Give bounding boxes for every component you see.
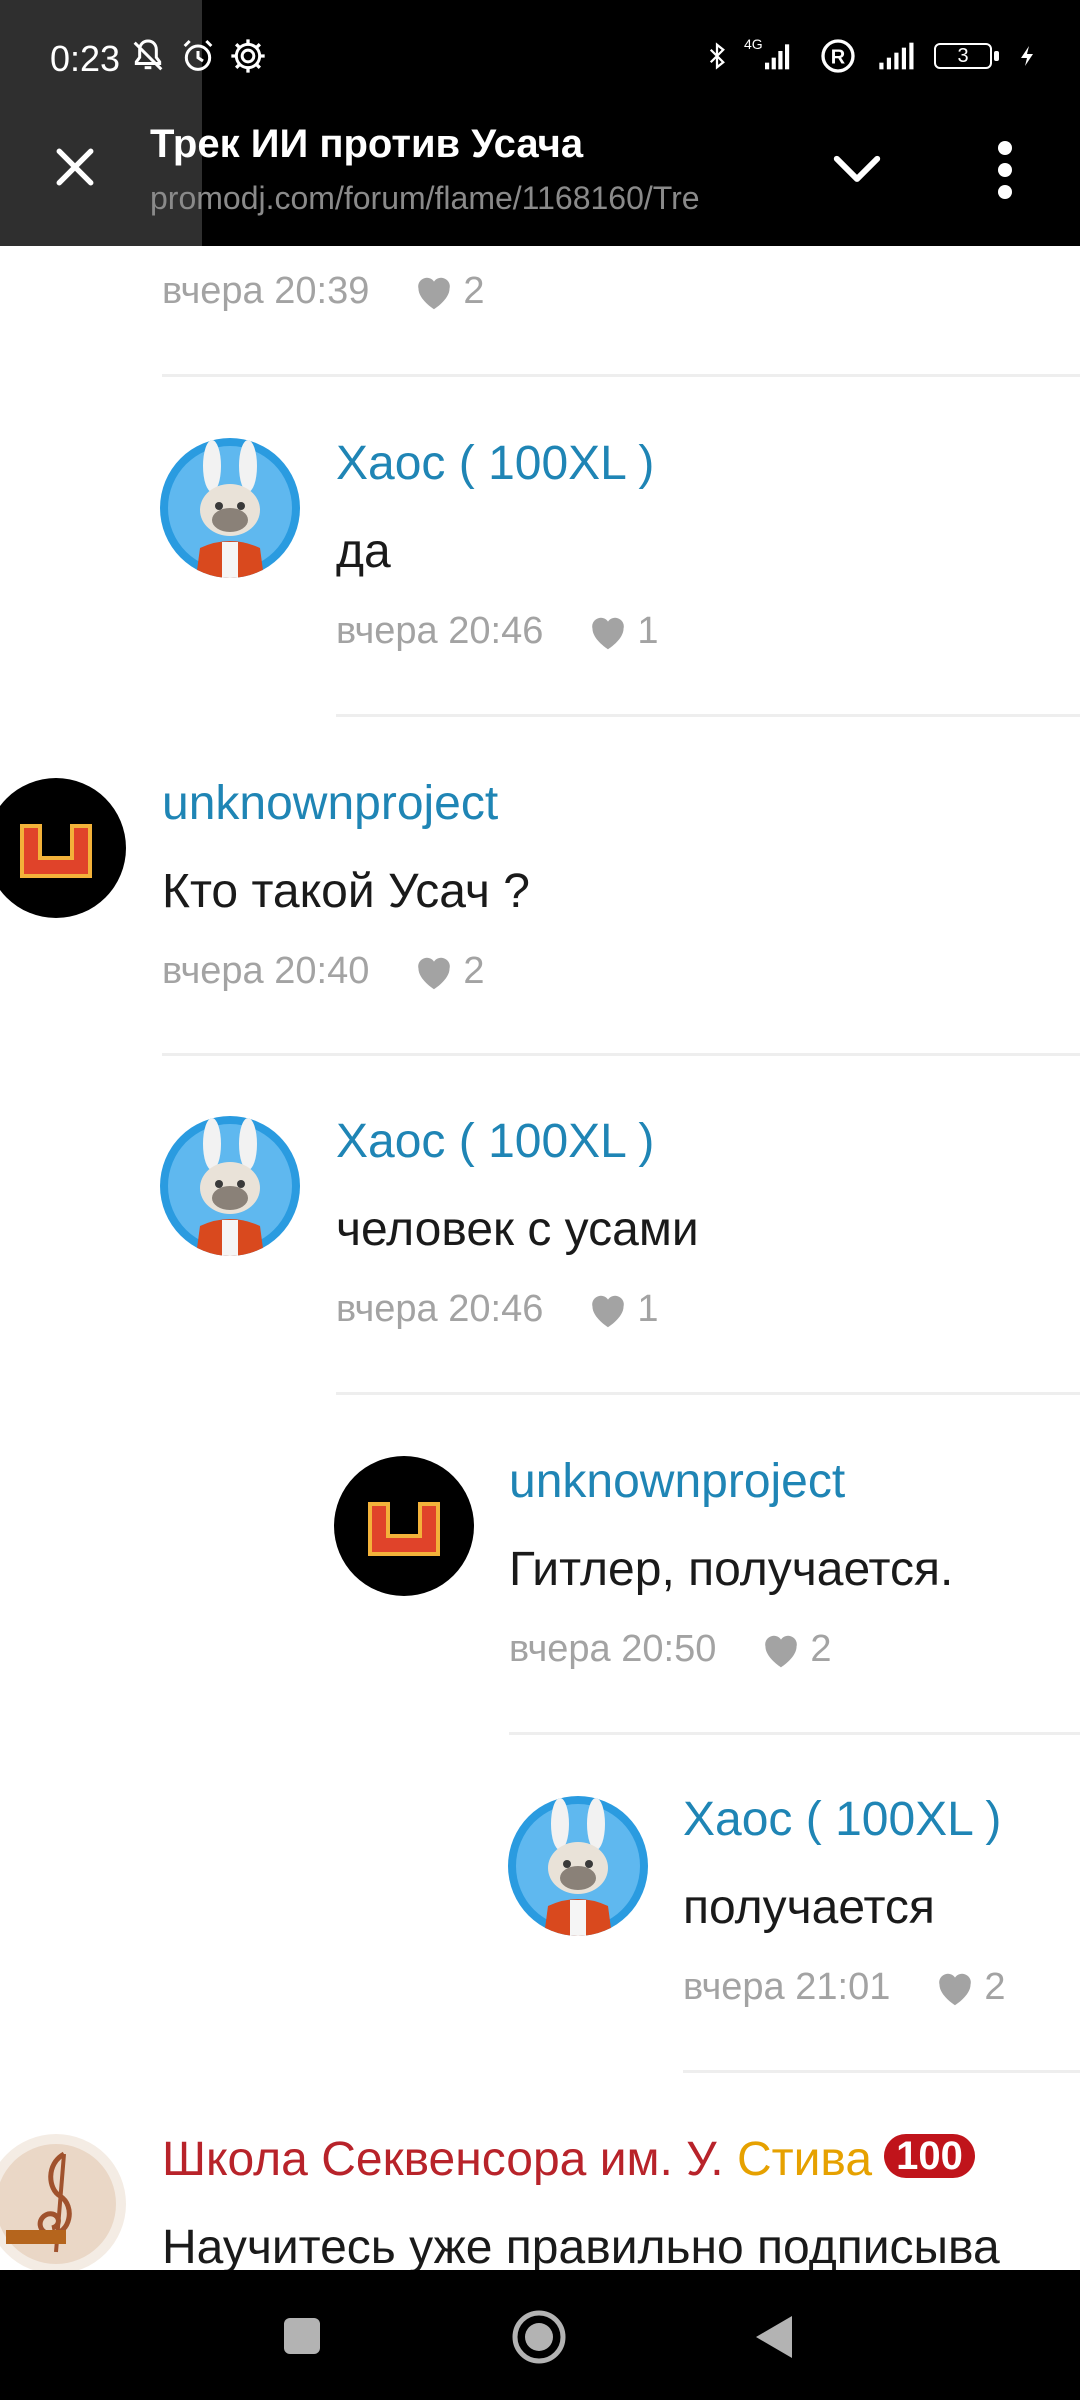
mute-bell-icon	[133, 39, 163, 71]
comment-text: да	[336, 525, 391, 578]
comment-meta: вчера 20:46 1	[336, 610, 658, 653]
comment-text: получается	[683, 1881, 935, 1934]
comment-text: Научитесь уже правильно подписыва	[162, 2221, 1000, 2274]
comment-author-link[interactable]: unknownproject	[509, 1454, 845, 1509]
like-count: 2	[810, 1628, 832, 1670]
divider	[509, 1732, 1080, 1735]
comment-text: человек с усами	[336, 1203, 699, 1256]
like-count: 1	[637, 610, 659, 652]
author-name-part: Стива	[736, 2133, 873, 2186]
bluetooth-icon	[709, 42, 725, 70]
comment-meta: вчера 20:50 2	[509, 1628, 831, 1671]
top-bar: 0:23 4G R 3 Трек ИИ против Усача promodj…	[0, 0, 1080, 246]
charging-icon	[1021, 46, 1033, 66]
comment-text: Гитлер, получается.	[509, 1543, 954, 1596]
divider	[336, 714, 1080, 717]
system-navigation-bar	[0, 2270, 1080, 2400]
back-icon[interactable]	[752, 2312, 796, 2362]
comment-author-link[interactable]: Хаос ( 100XL )	[683, 1792, 1001, 1847]
avatar[interactable]	[160, 438, 300, 578]
heart-icon[interactable]	[760, 1631, 802, 1669]
comment-author-link[interactable]: unknownproject	[162, 776, 498, 831]
comment-meta: вчера 20:40 2	[162, 950, 484, 993]
comment-meta: вчера 20:39 2	[162, 270, 484, 313]
status-icons-left	[128, 36, 268, 76]
signal-icon	[765, 44, 790, 70]
heart-icon[interactable]	[413, 953, 455, 991]
home-icon[interactable]	[510, 2308, 568, 2366]
like-count: 2	[984, 1966, 1006, 2008]
like-count: 2	[463, 950, 485, 992]
like-count: 1	[637, 1288, 659, 1330]
author-name-part: Школа Секвенсора им. У.	[162, 2133, 737, 2186]
like-count: 2	[463, 270, 485, 312]
battery-level: 3	[957, 45, 969, 67]
alarm-icon	[183, 39, 213, 71]
comment-time: вчера 20:46	[336, 1288, 544, 1330]
avatar-bunny-image	[160, 1116, 300, 1256]
svg-text:R: R	[831, 47, 846, 69]
comment-author-link[interactable]: Хаос ( 100XL )	[336, 1114, 654, 1169]
avatar-bunny-image	[160, 438, 300, 578]
avatar-u-logo-image	[334, 1456, 474, 1596]
close-icon[interactable]	[48, 140, 102, 194]
avatar[interactable]	[334, 1456, 474, 1596]
comment-time: вчера 20:50	[509, 1628, 717, 1670]
comment-text: Кто такой Усач ?	[162, 865, 530, 918]
comment-meta: вчера 20:46 1	[336, 1288, 658, 1331]
avatar[interactable]	[160, 1116, 300, 1256]
avatar[interactable]	[0, 2134, 126, 2274]
status-time: 0:23	[50, 38, 121, 79]
comment-time: вчера 20:46	[336, 610, 544, 652]
comment-author-link[interactable]: Школа Секвенсора им. У. Стива 100	[162, 2132, 975, 2187]
comment-time: вчера 21:01	[683, 1966, 891, 2008]
avatar-u-logo-image	[0, 778, 126, 918]
avatar-bunny-image	[508, 1796, 648, 1936]
comment-meta: вчера 21:01 2	[683, 1966, 1005, 2009]
rating-badge: 100	[884, 2134, 975, 2178]
comment-time: вчера 20:40	[162, 950, 370, 992]
divider	[683, 2070, 1080, 2073]
recent-apps-icon[interactable]	[282, 2316, 322, 2356]
page-title: Трек ИИ против Усача	[150, 122, 584, 166]
avatar[interactable]	[0, 778, 126, 918]
roaming-r-icon: R	[821, 39, 855, 73]
avatar[interactable]	[508, 1796, 648, 1936]
status-icons-right: 4G R 3	[702, 36, 1040, 76]
chevron-down-icon[interactable]	[830, 150, 884, 190]
heart-icon[interactable]	[413, 273, 455, 311]
signal-icon	[879, 42, 914, 70]
divider	[162, 1053, 1080, 1056]
heart-icon[interactable]	[587, 1291, 629, 1329]
divider	[336, 1392, 1080, 1395]
comment-author-link[interactable]: Хаос ( 100XL )	[336, 436, 654, 491]
comment-time: вчера 20:39	[162, 270, 370, 312]
heart-icon[interactable]	[587, 613, 629, 651]
avatar-treble-clef-image	[0, 2134, 126, 2274]
page-url: promodj.com/forum/flame/1168160/Tre	[150, 180, 700, 216]
more-vert-icon[interactable]	[985, 140, 1025, 200]
battery-icon: 3	[934, 39, 1004, 73]
heart-icon[interactable]	[934, 1969, 976, 2007]
divider	[162, 374, 1080, 377]
settings-gear-icon	[231, 39, 265, 73]
